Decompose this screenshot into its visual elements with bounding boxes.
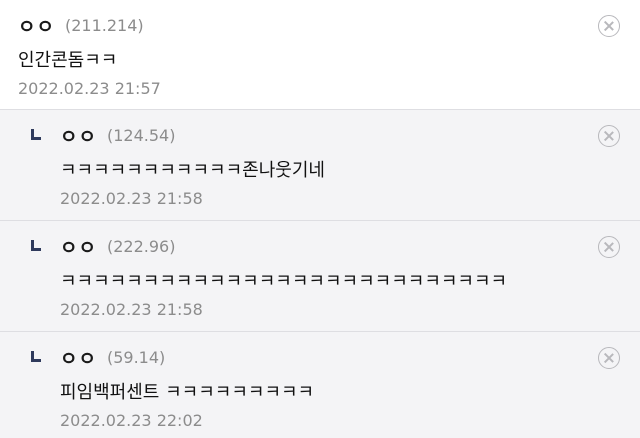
delete-reply-button[interactable] xyxy=(598,125,620,147)
delete-reply-button[interactable] xyxy=(598,236,620,258)
reply-nickname[interactable]: ㅇㅇ xyxy=(60,233,97,260)
close-circle-icon xyxy=(603,130,615,142)
delete-comment-button[interactable] xyxy=(598,15,620,37)
reply-nickname[interactable]: ㅇㅇ xyxy=(60,344,97,371)
reply-arrow-icon xyxy=(30,240,42,252)
close-circle-icon xyxy=(603,20,615,32)
comment-list: ㅇㅇ (211.214) 인간콘돔ㅋㅋ 2022.02.23 21:57 ㅇㅇ … xyxy=(0,0,640,438)
reply-item: ㅇㅇ (59.14) 피임백퍼센트 ㅋㅋㅋㅋㅋㅋㅋㅋㅋ 2022.02.23 2… xyxy=(0,332,640,438)
reply-arrow-icon xyxy=(30,129,42,141)
comment-text: 인간콘돔ㅋㅋ xyxy=(18,50,118,71)
reply-ip: (59.14) xyxy=(106,347,166,367)
reply-text: ㅋㅋㅋㅋㅋㅋㅋㅋㅋㅋㅋ존나웃기네 xyxy=(60,160,325,181)
reply-header: ㅇㅇ (222.96) xyxy=(30,233,175,259)
close-circle-icon xyxy=(603,352,615,364)
reply-ip: (222.96) xyxy=(106,236,176,256)
reply-item: ㅇㅇ (222.96) ㅋㅋㅋㅋㅋㅋㅋㅋㅋㅋㅋㅋㅋㅋㅋㅋㅋㅋㅋㅋㅋㅋㅋㅋㅋㅋㅋ … xyxy=(0,221,640,332)
reply-date: 2022.02.23 21:58 xyxy=(60,300,203,319)
reply-ip: (124.54) xyxy=(106,125,176,145)
comment-item: ㅇㅇ (211.214) 인간콘돔ㅋㅋ 2022.02.23 21:57 xyxy=(0,0,640,110)
reply-date: 2022.02.23 22:02 xyxy=(60,411,203,430)
reply-item: ㅇㅇ (124.54) ㅋㅋㅋㅋㅋㅋㅋㅋㅋㅋㅋ존나웃기네 2022.02.23 … xyxy=(0,110,640,221)
comment-nickname[interactable]: ㅇㅇ xyxy=(18,12,55,39)
comment-ip: (211.214) xyxy=(64,15,144,35)
reply-nickname[interactable]: ㅇㅇ xyxy=(60,122,97,149)
comment-header: ㅇㅇ (211.214) xyxy=(18,12,144,38)
comment-date: 2022.02.23 21:57 xyxy=(18,79,161,98)
reply-text: 피임백퍼센트 ㅋㅋㅋㅋㅋㅋㅋㅋㅋ xyxy=(60,382,315,403)
reply-date: 2022.02.23 21:58 xyxy=(60,189,203,208)
reply-header: ㅇㅇ (124.54) xyxy=(30,122,175,148)
reply-text: ㅋㅋㅋㅋㅋㅋㅋㅋㅋㅋㅋㅋㅋㅋㅋㅋㅋㅋㅋㅋㅋㅋㅋㅋㅋㅋㅋ xyxy=(60,271,508,292)
reply-header: ㅇㅇ (59.14) xyxy=(30,344,165,370)
delete-reply-button[interactable] xyxy=(598,347,620,369)
reply-arrow-icon xyxy=(30,351,42,363)
close-circle-icon xyxy=(603,241,615,253)
